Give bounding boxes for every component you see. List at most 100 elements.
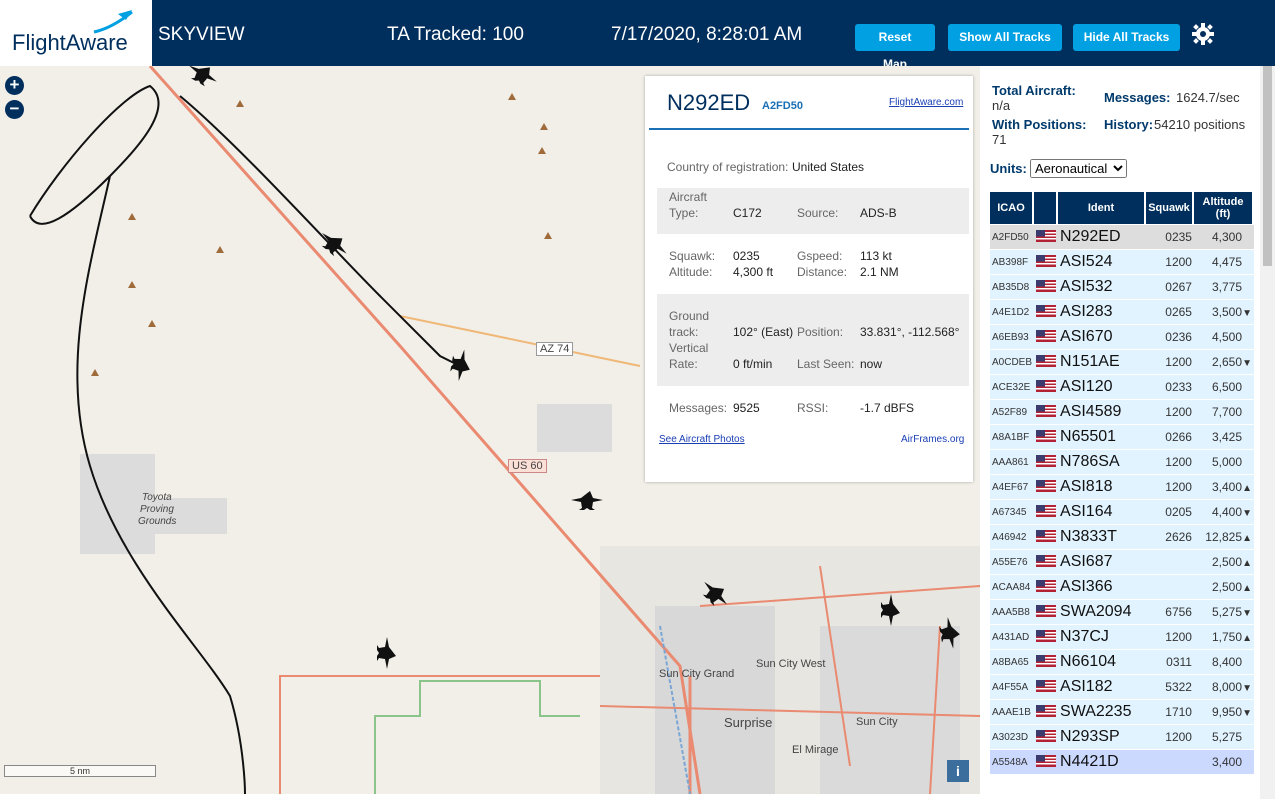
row-altitude-value: 9,950 [1211,705,1242,719]
table-row[interactable]: A4EF67 ASI818 1200 3,400▲ [990,475,1254,499]
el-mirage-label: El Mirage [792,744,839,756]
row-squawk: 0265 [1146,300,1194,324]
airframes-link[interactable]: AirFrames.org [901,434,964,445]
row-ident: N66104 [1058,650,1146,674]
show-all-tracks-button[interactable]: Show All Tracks [948,24,1062,51]
table-row[interactable]: AB35D8 ASI532 0267 3,775 [990,275,1254,299]
row-ident: N786SA [1058,450,1146,474]
table-row[interactable]: A3023D N293SP 1200 5,275 [990,725,1254,749]
with-positions-value: 71 [992,132,1007,147]
row-altitude: 3,775 [1193,275,1254,299]
scroll-thumb[interactable] [1263,66,1272,266]
row-squawk: 0236 [1146,325,1194,349]
row-squawk: 6756 [1146,600,1194,624]
us-flag-icon [1034,525,1059,549]
table-row[interactable]: A6EB93 ASI670 0236 4,500 [990,325,1254,349]
row-altitude-value: 4,475 [1211,255,1242,269]
row-icao: AAAE1B [990,700,1035,724]
row-squawk: 1200 [1146,625,1194,649]
type-label-2: Type: [669,206,699,220]
us-flag-icon [1034,225,1059,249]
map-info-button[interactable]: i [947,760,969,782]
table-row[interactable]: ACAA84 ASI366 2,500▲ [990,575,1254,599]
table-row[interactable]: A4F55A ASI182 5322 8,000▼ [990,675,1254,699]
vrate-label-2: Rate: [669,357,698,371]
row-altitude-value: 3,425 [1211,430,1242,444]
row-squawk [1146,550,1194,574]
row-ident: N151AE [1058,350,1146,374]
row-icao: A6EB93 [990,325,1035,349]
col-flag[interactable] [1034,192,1059,224]
row-altitude: 1,750▲ [1193,625,1254,649]
row-ident: N293SP [1058,725,1146,749]
row-altitude-value: 4,500 [1211,330,1242,344]
row-altitude-value: 2,500 [1211,555,1242,569]
with-positions-label: With Positions: [992,117,1087,132]
row-ident: ASI818 [1058,475,1146,499]
row-altitude: 2,650▼ [1193,350,1254,374]
table-row[interactable]: A55E76 ASI687 2,500▲ [990,550,1254,574]
surprise-label: Surprise [724,715,773,730]
us-flag-icon [1034,675,1059,699]
us-flag-icon [1034,375,1059,399]
messages-rate-value: 1624.7/sec [1176,90,1240,105]
table-row[interactable]: A46942 N3833T 2626 12,825▲ [990,525,1254,549]
table-row[interactable]: AAA5B8 SWA2094 6756 5,275▼ [990,600,1254,624]
table-row[interactable]: AAA861 N786SA 1200 5,000 [990,450,1254,474]
row-altitude-value: 12,825 [1205,530,1242,544]
us-flag-icon [1034,325,1059,349]
logo-text: FlightAware [12,30,128,55]
row-squawk [1146,575,1194,599]
table-row[interactable]: ACE32E ASI120 0233 6,500 [990,375,1254,399]
row-ident: N37CJ [1058,625,1146,649]
table-row[interactable]: AAAE1B SWA2235 1710 9,950▼ [990,700,1254,724]
row-icao: A5548A [990,750,1035,774]
table-row[interactable]: A5548A N4421D 3,400 [990,750,1254,774]
us-flag-icon [1034,300,1059,324]
altitude-trend-icon: ▼ [1242,708,1252,719]
col-icao[interactable]: ICAO [990,192,1035,224]
us-flag-icon [1034,425,1059,449]
source-label: Source: [797,206,839,220]
table-row[interactable]: AB398F ASI524 1200 4,475 [990,250,1254,274]
gear-icon[interactable] [1191,22,1215,46]
urban-area [537,404,612,452]
aircraft-photos-link[interactable]: See Aircraft Photos [659,434,745,445]
table-header-row: ICAO Ident Squawk Altitude (ft) [990,192,1254,224]
table-row[interactable]: A67345 ASI164 0205 4,400▼ [990,500,1254,524]
us-flag-icon [1034,750,1059,774]
col-altitude[interactable]: Altitude (ft) [1193,192,1254,224]
flightaware-link[interactable]: FlightAware.com [889,97,963,108]
row-squawk: 1710 [1146,700,1194,724]
zoom-out-button[interactable]: − [5,100,24,119]
row-ident: ASI120 [1058,375,1146,399]
popup-divider [649,128,969,130]
aircraft-table-body: A2FD50 N292ED 0235 4,300 AB398F ASI524 1200 4,4… [990,225,1254,774]
table-row[interactable]: A52F89 ASI4589 1200 7,700 [990,400,1254,424]
row-squawk: 5322 [1146,675,1194,699]
top-bar: FlightAware SKYVIEW TA Tracked: 100 7/17… [0,0,1275,71]
popup-ident: N292ED [667,90,751,115]
toyota-label-1: Toyota [142,492,172,503]
table-row[interactable]: A2FD50 N292ED 0235 4,300 [990,225,1254,249]
zoom-in-button[interactable]: + [5,76,24,95]
table-row[interactable]: A431AD N37CJ 1200 1,750▲ [990,625,1254,649]
row-ident: ASI670 [1058,325,1146,349]
hide-all-tracks-button[interactable]: Hide All Tracks [1073,24,1180,51]
gspeed-label: Gspeed: [797,249,843,263]
col-squawk[interactable]: Squawk [1146,192,1194,224]
flightaware-logo[interactable]: FlightAware [0,0,152,66]
row-ident: N3833T [1058,525,1146,549]
table-row[interactable]: A8A1BF N65501 0266 3,425 [990,425,1254,449]
messages-label: Messages: [669,401,728,415]
vrate-value: 0 ft/min [733,357,773,371]
row-squawk: 1200 [1146,350,1194,374]
reset-map-button[interactable]: Reset Map [855,24,935,71]
col-ident[interactable]: Ident [1058,192,1146,224]
table-row[interactable]: A8BA65 N66104 0311 8,400 [990,650,1254,674]
units-select[interactable]: Aeronautical [1030,159,1127,178]
scrollbar[interactable] [1260,66,1275,799]
table-row[interactable]: A0CDEB N151AE 1200 2,650▼ [990,350,1254,374]
clock: 7/17/2020, 8:28:01 AM [611,24,803,45]
table-row[interactable]: A4E1D2 ASI283 0265 3,500▼ [990,300,1254,324]
